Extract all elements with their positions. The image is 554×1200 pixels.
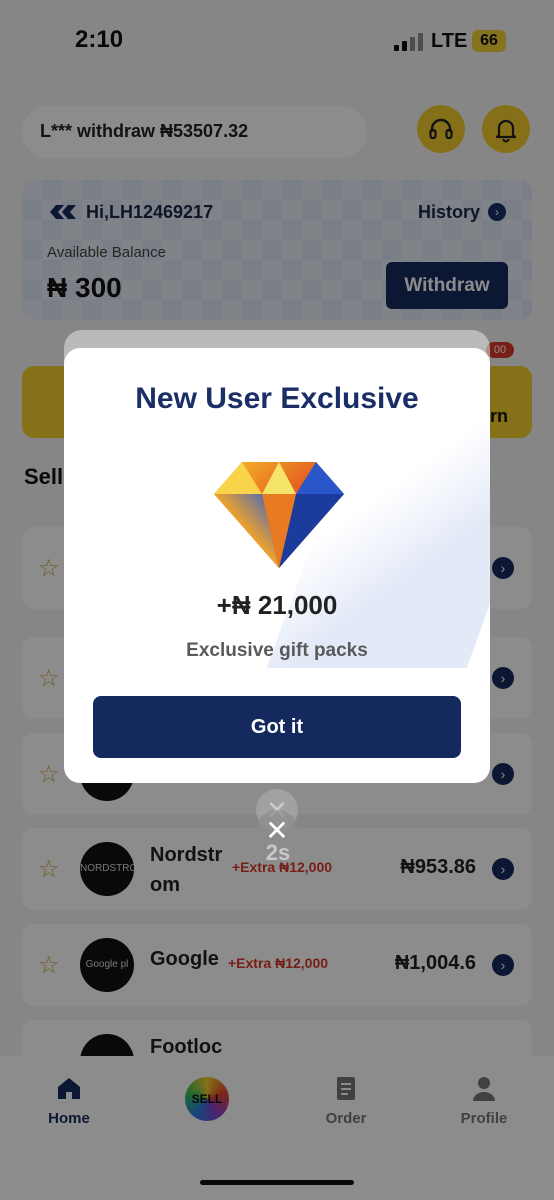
reward-amount: +₦ 21,000 bbox=[216, 590, 338, 620]
reward-description: Exclusive gift packs bbox=[186, 640, 368, 661]
new-user-modal: New User Exclusive +₦ 21,000 Exclusive g… bbox=[64, 348, 490, 783]
modal-title: New User Exclusive bbox=[135, 382, 419, 415]
close-countdown: 2s bbox=[265, 840, 291, 865]
got-it-button[interactable]: Got it bbox=[93, 696, 461, 758]
diamond-icon bbox=[214, 462, 344, 568]
